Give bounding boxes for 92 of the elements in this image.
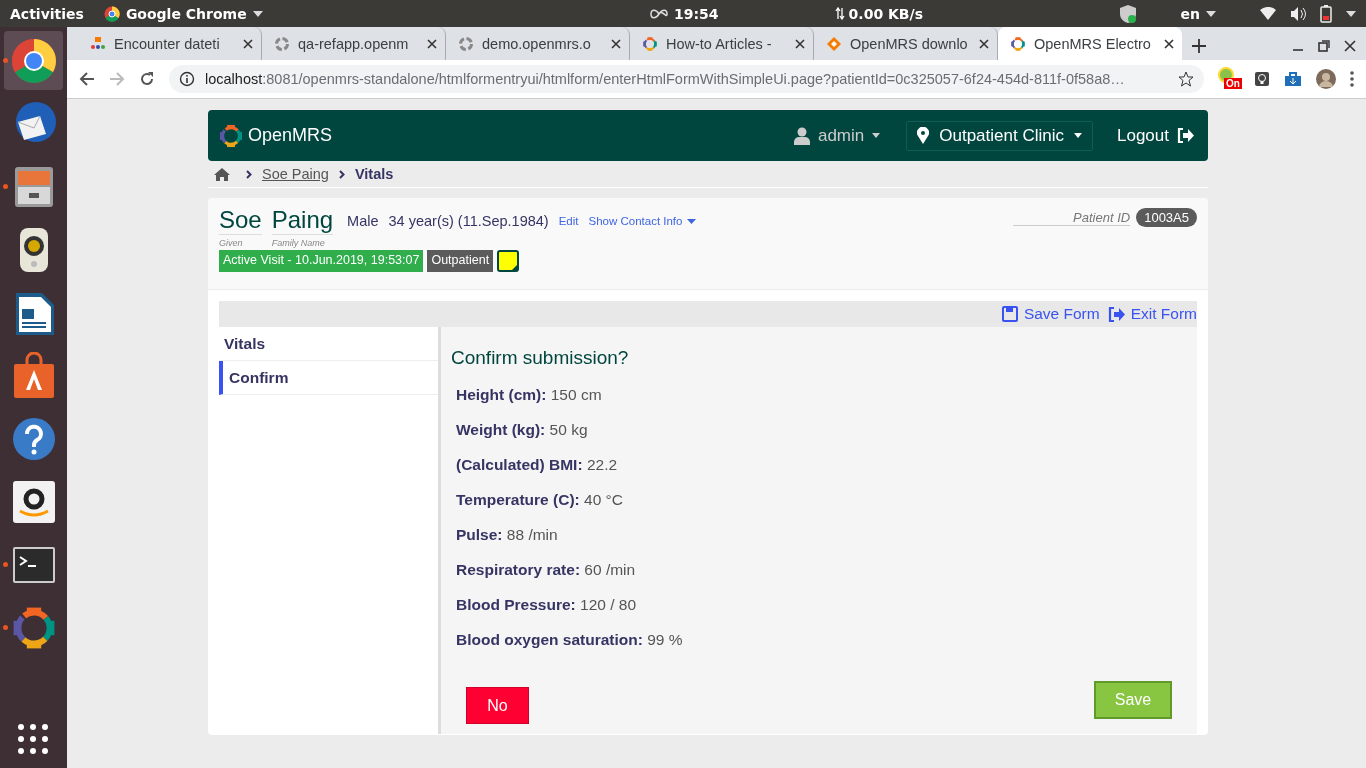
network-speed: 0.00 KB/s [848,5,923,22]
info-icon[interactable] [179,71,195,87]
clock[interactable]: 19:54 [674,5,719,22]
language-menu[interactable]: en [1180,5,1200,22]
home-icon[interactable] [214,167,230,181]
field-label: Weight (kg): [456,421,546,438]
caret-icon [872,133,881,138]
gender: Male [347,213,379,229]
back-icon[interactable] [79,71,95,87]
field-label: Blood Pressure: [456,596,576,613]
ring-icon [274,35,290,52]
diamond-icon [826,35,842,52]
caret-icon [252,10,263,17]
wifi-icon[interactable] [1260,7,1276,20]
people-icon [90,35,106,52]
breadcrumb-link[interactable]: Soe Paing [262,166,329,182]
visit-type-badge: Outpatient [427,250,494,272]
breadcrumb-current: Vitals [354,166,394,182]
field-label: Height (cm): [456,386,547,403]
lightbulb-icon[interactable] [1254,71,1270,87]
user-menu[interactable]: admin [817,125,865,146]
field-value: 50 kg [549,421,588,438]
openmrs-logo-icon [642,35,658,52]
browser-tab[interactable]: OpenMRS Electro [998,27,1182,60]
age: 34 year(s) (11.Sep.1984) [388,213,549,229]
no-button[interactable]: No [466,687,529,724]
close-icon[interactable] [427,38,437,49]
close-icon[interactable] [1344,40,1356,52]
caret-icon [1074,133,1082,138]
infinity-icon [650,8,668,19]
patient-id: 1003A5 [1136,208,1197,227]
patient-id-label: Patient ID [1013,209,1131,226]
family-name: Paing [271,206,334,235]
edit-link[interactable]: Edit [558,215,579,227]
sticky-note-icon[interactable] [497,250,520,272]
chevron-icon [246,169,252,179]
shield-icon[interactable] [1118,3,1137,24]
toolbox-icon[interactable] [1284,71,1302,87]
up-down-arrows-icon [834,7,845,20]
exit-form-link[interactable]: Exit Form [1107,305,1197,323]
activities-button[interactable]: Activities [10,5,84,22]
battery-icon[interactable] [1320,4,1332,23]
star-icon[interactable] [1178,71,1194,87]
visit-badge: Active Visit - 10.Jun.2019, 19:53:07 [219,250,424,272]
openmrs-logo-icon [1010,35,1026,52]
field-value: 150 cm [550,386,602,403]
caret-icon[interactable] [1346,10,1356,17]
field-value: 60 /min [584,561,636,578]
field-label: Pulse: [456,526,503,543]
field-value: 40 °C [584,491,623,508]
close-icon[interactable] [795,38,805,49]
close-icon[interactable] [979,38,989,49]
field-value: 88 /min [506,526,558,543]
volume-icon[interactable] [1290,6,1306,21]
logout-link[interactable]: Logout [1117,125,1169,146]
field-label: Respiratory rate: [456,561,581,578]
map-pin-icon [917,127,930,144]
avatar-icon[interactable] [1316,69,1336,89]
field-value: 22.2 [586,456,618,473]
save-form-link[interactable]: Save Form [1001,305,1100,323]
menu-icon[interactable] [1350,71,1354,87]
chrome-icon [103,5,120,22]
sign-out-icon [1177,128,1194,143]
chevron-icon [338,169,345,179]
close-icon[interactable] [1164,38,1174,49]
field-value: 120 / 80 [580,596,637,613]
app-menu[interactable]: Google Chrome [125,5,247,22]
sign-out-icon [1107,306,1125,322]
caret-icon [1206,10,1216,17]
location-menu[interactable]: Outpatient Clinic [906,120,1093,151]
new-tab-icon[interactable] [1192,39,1206,53]
field-value: 99 % [647,631,683,648]
field-label: Family Name [271,238,326,248]
close-icon[interactable] [243,38,253,49]
ring-icon [458,35,474,52]
app-grid-icon[interactable] [18,724,48,754]
field-label: Given [219,238,244,248]
field-label: Blood oxygen saturation: [456,631,643,648]
restore-icon[interactable] [1318,40,1330,52]
caret-icon [687,218,697,224]
reload-icon[interactable] [139,71,155,87]
given-name: Soe [219,206,262,235]
address-bar[interactable]: localhost:8081/openmrs-standalone/htmlformentryui/htmlform/enterHtmlFormWithSimpleUi.page?patientId=0c325057-6f24-454d-811f-0f58a8… [169,65,1204,93]
close-icon[interactable] [611,38,621,49]
extension-badge: On [1224,78,1242,89]
brand-name: OpenMRS [248,125,333,146]
user-icon [793,126,810,145]
field-label: Temperature (C): [456,491,580,508]
openmrs-logo-icon [218,122,244,149]
field-label: (Calculated) BMI: [456,456,583,473]
contact-info-link[interactable]: Show Contact Info [588,215,683,227]
confirm-heading: Confirm submission? [451,347,630,369]
